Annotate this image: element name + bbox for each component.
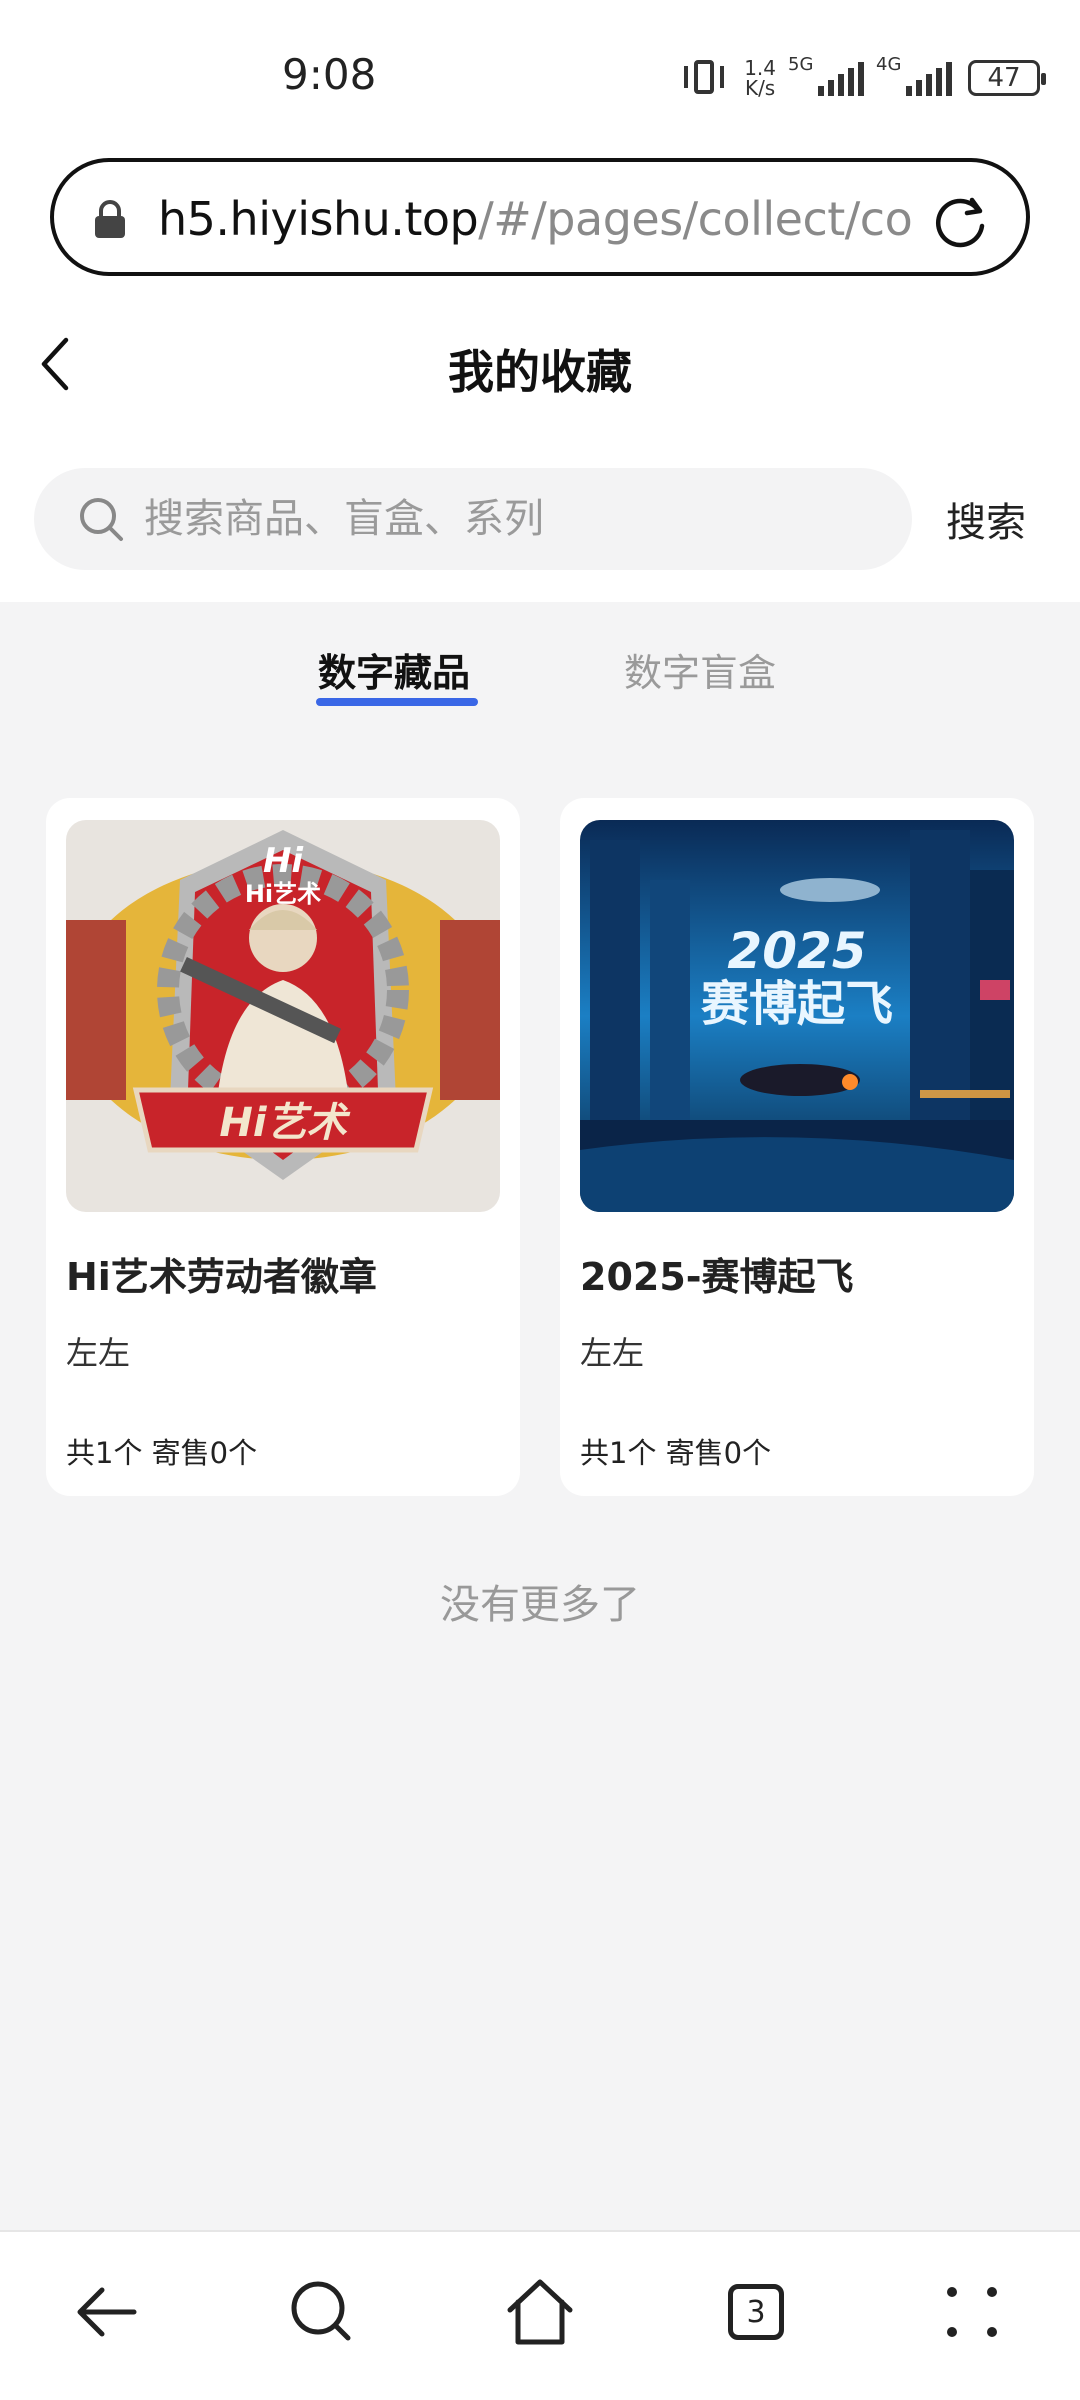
- network-speed-unit: K/s: [744, 76, 776, 100]
- cyber-title-text: 赛博起飞: [701, 976, 893, 1032]
- card-author: 左左: [580, 1334, 645, 1372]
- reload-icon[interactable]: [930, 190, 990, 250]
- card-author: 左左: [66, 1334, 131, 1372]
- signal-5g-label: 5G: [788, 54, 814, 75]
- url-host: h5.hiyishu.top: [158, 192, 479, 246]
- home-icon[interactable]: [500, 2272, 580, 2352]
- back-arrow-icon[interactable]: [68, 2272, 148, 2352]
- card-title: Hi艺术劳动者徽章: [66, 1255, 377, 1299]
- search-icon[interactable]: [282, 2272, 362, 2352]
- search-input[interactable]: [144, 488, 884, 550]
- active-tab-indicator: [316, 698, 478, 706]
- badge-sub-text: Hi艺术: [245, 880, 321, 908]
- badge-ribbon-text: Hi艺术: [219, 1100, 350, 1146]
- battery-level: 47: [987, 63, 1021, 93]
- search-box[interactable]: [34, 468, 912, 570]
- card-title: 2025-赛博起飞: [580, 1255, 854, 1299]
- signal-4g-label: 4G: [876, 54, 902, 75]
- search-icon: [80, 498, 123, 541]
- lock-icon: [95, 200, 125, 238]
- status-icons: 1.4 K/s 5G 4G 47: [680, 54, 1046, 100]
- url-bar[interactable]: h5.hiyishu.top/#/pages/collect/co: [50, 158, 1030, 276]
- page-title: 我的收藏: [448, 345, 632, 399]
- battery-icon: 47: [968, 60, 1046, 96]
- signal-4g-icon: 4G: [876, 54, 952, 96]
- browser-bottom-nav: 3: [0, 2230, 1080, 2400]
- signal-5g-icon: 5G: [788, 54, 864, 96]
- collection-card[interactable]: Hi Hi艺术 Hi艺术 Hi艺术劳动者徽章 左左 共1个 寄售0个: [46, 798, 520, 1496]
- status-bar: 9:08 1.4 K/s 5G 4G 47: [0, 0, 1080, 150]
- vibrate-icon: [680, 58, 728, 98]
- url-text[interactable]: h5.hiyishu.top/#/pages/collect/co: [158, 192, 938, 246]
- tab-digital-blind-boxes[interactable]: 数字盲盒: [624, 642, 776, 697]
- badge-top-text: Hi: [263, 841, 304, 881]
- list-end-text: 没有更多了: [440, 1582, 640, 1628]
- network-speed: 1.4 K/s: [744, 58, 776, 98]
- card-image-badge: Hi Hi艺术 Hi艺术: [66, 820, 500, 1212]
- collection-card[interactable]: 2025 赛博起飞 2025-赛博起飞 左左 共1个 寄售0个: [560, 798, 1034, 1496]
- search-button[interactable]: 搜索: [946, 490, 1026, 548]
- tab-digital-collectibles[interactable]: 数字藏品: [318, 642, 470, 697]
- card-count: 共1个 寄售0个: [580, 1436, 772, 1470]
- card-count: 共1个 寄售0个: [66, 1436, 258, 1470]
- cyber-year-text: 2025: [727, 922, 866, 980]
- tabs-icon[interactable]: 3: [716, 2272, 796, 2352]
- card-image-cyber: 2025 赛博起飞: [580, 820, 1014, 1212]
- url-path: /#/pages/collect/co: [478, 192, 913, 246]
- tabs-count: 3: [728, 2284, 784, 2340]
- status-time: 9:08: [282, 50, 377, 99]
- network-speed-value: 1.4: [744, 56, 776, 80]
- more-icon[interactable]: [932, 2272, 1012, 2352]
